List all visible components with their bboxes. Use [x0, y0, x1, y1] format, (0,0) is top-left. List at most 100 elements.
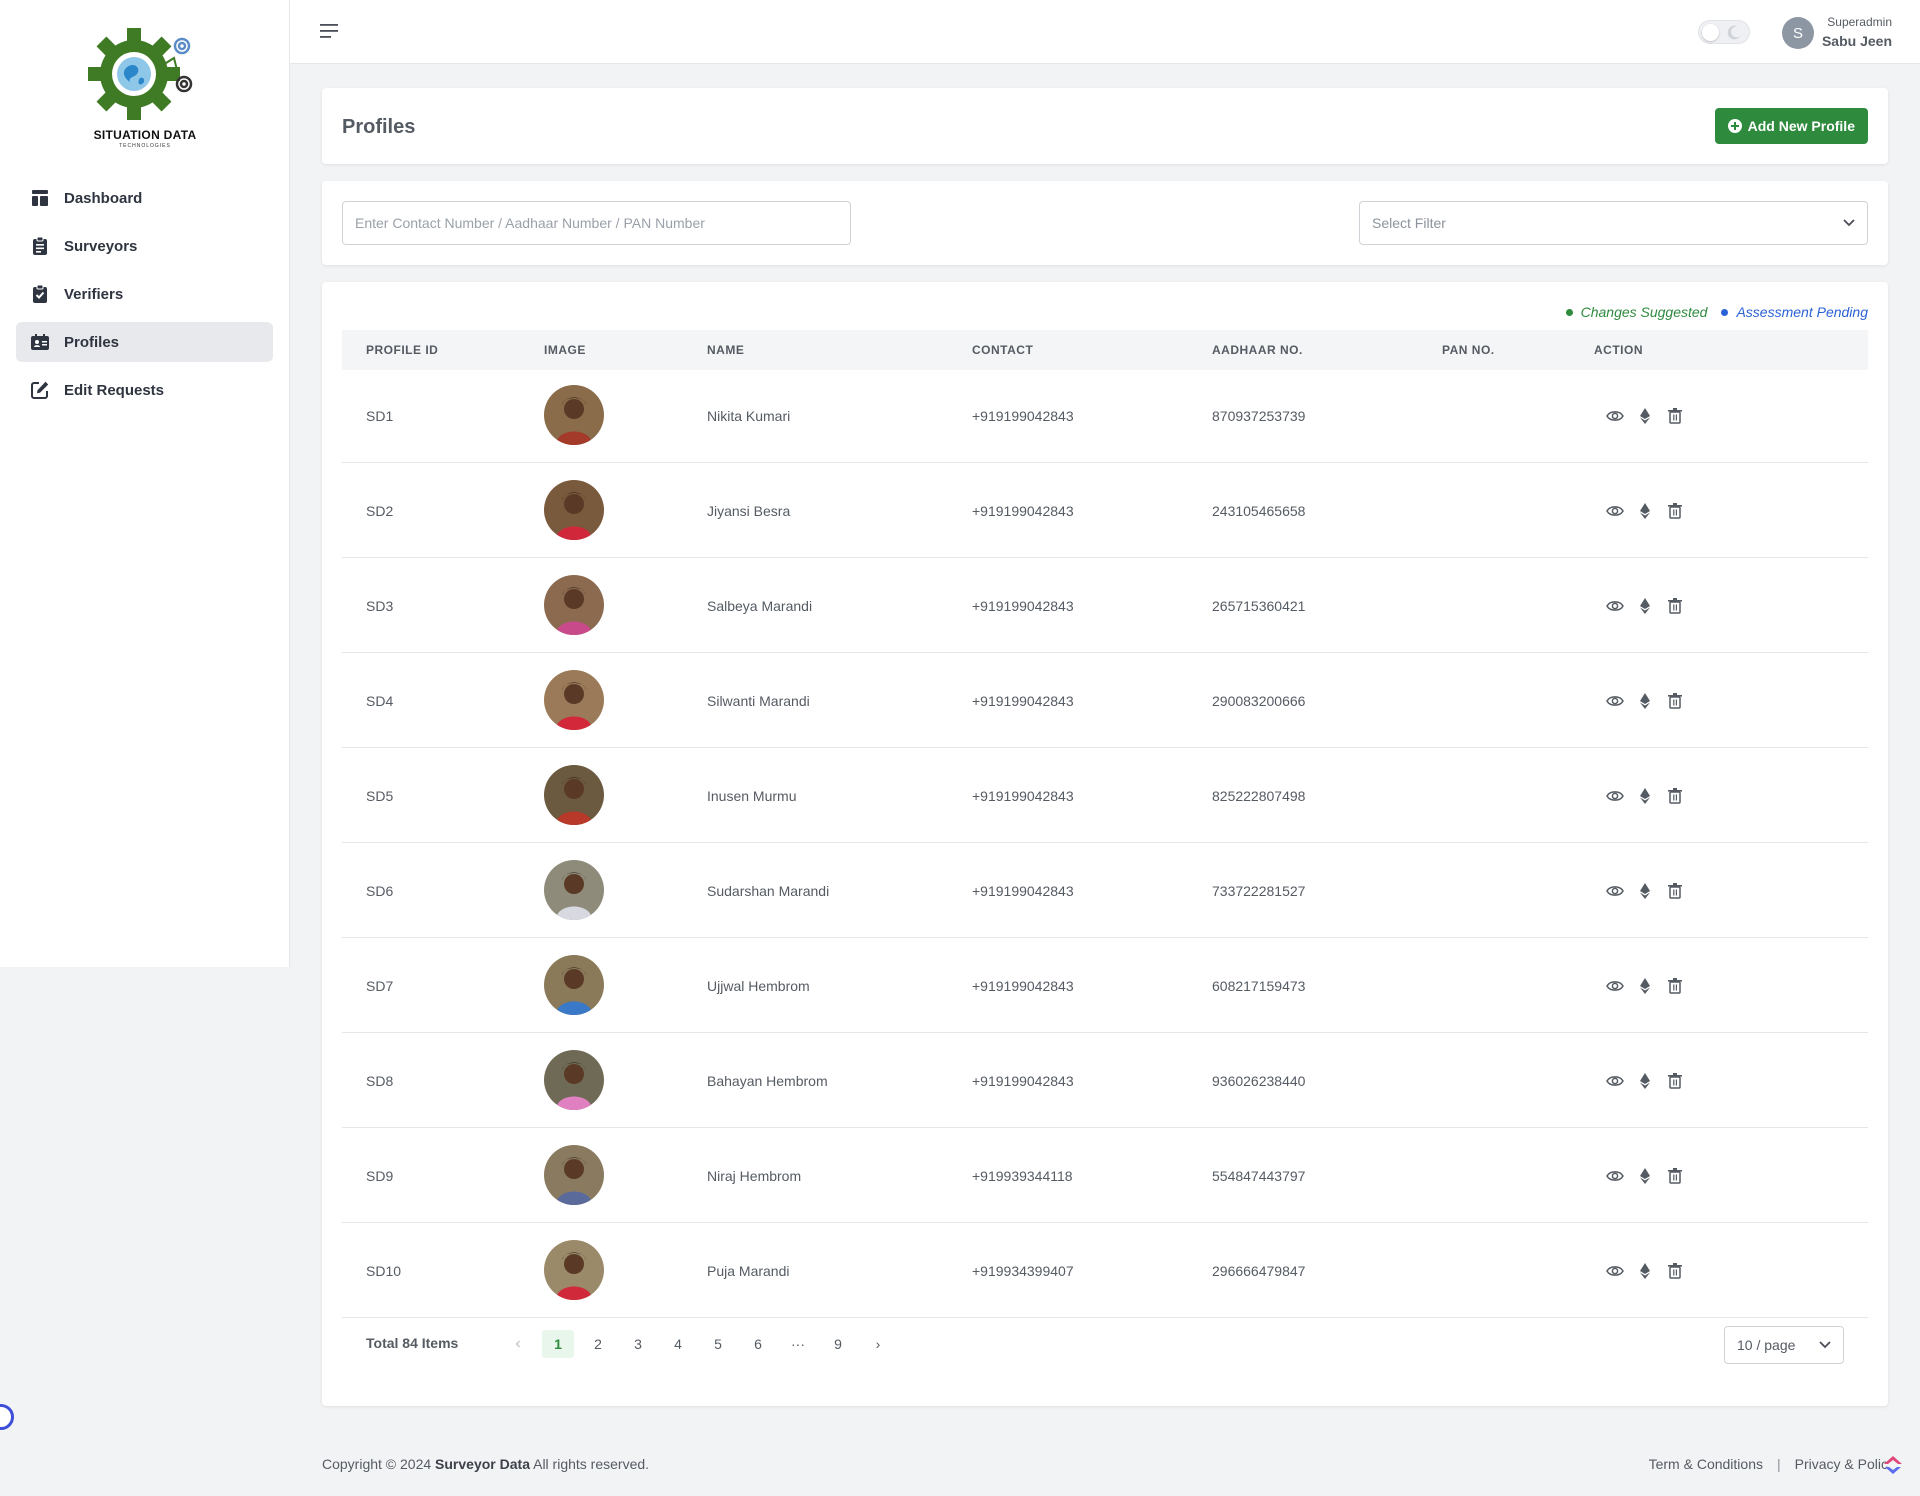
- footer-separator: |: [1777, 1456, 1781, 1472]
- table-row: SD7 Ujjwal Hembrom +919199042843 6082171594…: [342, 940, 1868, 1033]
- profile-photo[interactable]: [544, 384, 604, 445]
- table-row: SD9 Niraj Hembrom +919939344118 55484744379…: [342, 1130, 1868, 1223]
- green-dot-icon: [1565, 308, 1573, 316]
- page-ellipsis[interactable]: ···: [782, 1330, 814, 1358]
- header-image: IMAGE: [544, 343, 586, 357]
- cell-name: Jiyansi Besra: [707, 503, 791, 519]
- trash-icon[interactable]: [1666, 692, 1684, 710]
- trash-icon[interactable]: [1666, 787, 1684, 805]
- profile-photo[interactable]: [544, 1144, 604, 1205]
- trash-icon[interactable]: [1666, 502, 1684, 520]
- eye-icon[interactable]: [1606, 597, 1624, 615]
- sidebar-item-edit-requests[interactable]: Edit Requests: [16, 370, 273, 410]
- legend-label: Changes Suggested: [1580, 304, 1708, 320]
- ethereum-icon[interactable]: [1636, 692, 1654, 710]
- table-row: SD3 Salbeya Marandi +919199042843 265715360…: [342, 560, 1868, 653]
- trash-icon[interactable]: [1666, 597, 1684, 615]
- sidebar-item-profiles[interactable]: Profiles: [16, 322, 273, 362]
- pagination: Total 84 Items ‹ 1 2 3 4 5 6 ··· 9 › 10 / page: [342, 1322, 1868, 1366]
- trash-icon[interactable]: [1666, 977, 1684, 995]
- cell-aadhaar: 554847443797: [1212, 1168, 1306, 1184]
- page-button[interactable]: 1: [542, 1330, 574, 1358]
- eye-icon[interactable]: [1606, 692, 1624, 710]
- cell-profile-id: SD5: [366, 788, 394, 804]
- ethereum-icon[interactable]: [1636, 882, 1654, 900]
- brand-subtitle: TECHNOLOGIES: [119, 143, 171, 149]
- filter-select[interactable]: Select Filter: [1359, 201, 1868, 245]
- sidebar-item-surveyors[interactable]: Surveyors: [16, 226, 273, 266]
- eye-icon[interactable]: [1606, 1262, 1624, 1280]
- cell-actions: [1594, 977, 1692, 995]
- page-size-select[interactable]: 10 / page: [1724, 1326, 1844, 1364]
- next-page-button[interactable]: ›: [862, 1330, 894, 1358]
- ethereum-icon[interactable]: [1636, 1167, 1654, 1185]
- theme-toggle[interactable]: [1698, 20, 1750, 44]
- profile-photo[interactable]: [544, 954, 604, 1015]
- trash-icon[interactable]: [1666, 882, 1684, 900]
- terms-link[interactable]: Term & Conditions: [1649, 1456, 1763, 1472]
- page-button[interactable]: 5: [702, 1330, 734, 1358]
- profile-photo[interactable]: [544, 669, 604, 730]
- profile-photo[interactable]: [544, 1049, 604, 1110]
- trash-icon[interactable]: [1666, 407, 1684, 425]
- eye-icon[interactable]: [1606, 407, 1624, 425]
- total-items: Total 84 Items: [366, 1335, 459, 1351]
- company-name: Surveyor Data: [435, 1456, 530, 1472]
- cell-image: [544, 384, 604, 448]
- page-button[interactable]: 6: [742, 1330, 774, 1358]
- cell-image: [544, 1144, 604, 1208]
- profile-photo[interactable]: [544, 574, 604, 635]
- cell-actions: [1594, 502, 1692, 520]
- add-new-profile-button[interactable]: Add New Profile: [1714, 108, 1868, 144]
- ethereum-icon[interactable]: [1636, 787, 1654, 805]
- trash-icon[interactable]: [1666, 1072, 1684, 1090]
- profile-photo[interactable]: [544, 764, 604, 825]
- profile-photo[interactable]: [544, 1239, 604, 1300]
- cell-contact: +919199042843: [972, 978, 1074, 994]
- ethereum-icon[interactable]: [1636, 407, 1654, 425]
- profiles-table-card: Changes Suggested Assessment Pending PRO…: [322, 282, 1888, 1406]
- eye-icon[interactable]: [1606, 787, 1624, 805]
- eye-icon[interactable]: [1606, 502, 1624, 520]
- page-button[interactable]: 2: [582, 1330, 614, 1358]
- user-name[interactable]: Sabu Jeen: [1822, 33, 1892, 49]
- eye-icon[interactable]: [1606, 1167, 1624, 1185]
- copyright-suffix: All rights reserved.: [533, 1456, 650, 1472]
- page-button[interactable]: 9: [822, 1330, 854, 1358]
- ethereum-icon[interactable]: [1636, 502, 1654, 520]
- floating-widget-button[interactable]: [0, 1404, 14, 1430]
- page-button[interactable]: 3: [622, 1330, 654, 1358]
- ethereum-icon[interactable]: [1636, 1072, 1654, 1090]
- avatar[interactable]: S: [1782, 17, 1814, 49]
- cell-profile-id: SD4: [366, 693, 394, 709]
- clipboard-list-icon: [33, 236, 47, 255]
- eye-icon[interactable]: [1606, 1072, 1624, 1090]
- top-bar: S Superadmin Sabu Jeen: [290, 0, 1920, 64]
- trash-icon[interactable]: [1666, 1167, 1684, 1185]
- menu-icon[interactable]: [320, 22, 340, 40]
- sidebar-item-label: Edit Requests: [64, 381, 165, 399]
- search-input[interactable]: [342, 201, 851, 245]
- cell-profile-id: SD8: [366, 1073, 394, 1089]
- eye-icon[interactable]: [1606, 882, 1624, 900]
- cell-contact: +919199042843: [972, 598, 1074, 614]
- ethereum-icon[interactable]: [1636, 597, 1654, 615]
- privacy-link[interactable]: Privacy & Polic: [1795, 1456, 1888, 1472]
- cell-name: Ujjwal Hembrom: [707, 978, 810, 994]
- profile-photo[interactable]: [544, 859, 604, 920]
- page-button[interactable]: 4: [662, 1330, 694, 1358]
- ethereum-icon[interactable]: [1636, 1262, 1654, 1280]
- prev-page-button[interactable]: ‹: [502, 1330, 534, 1358]
- table-row: SD2 Jiyansi Besra +919199042843 24310546565…: [342, 465, 1868, 558]
- sidebar-item-dashboard[interactable]: Dashboard: [16, 178, 273, 218]
- eye-icon[interactable]: [1606, 977, 1624, 995]
- cell-actions: [1594, 882, 1692, 900]
- sidebar-item-verifiers[interactable]: Verifiers: [16, 274, 273, 314]
- brand-logo[interactable]: SITUATION DATA TECHNOLOGIES: [86, 28, 204, 154]
- profile-photo[interactable]: [544, 479, 604, 540]
- table-row: SD5 Inusen Murmu +919199042843 825222807498: [342, 750, 1868, 843]
- chat-widget-icon[interactable]: [1882, 1454, 1904, 1476]
- trash-icon[interactable]: [1666, 1262, 1684, 1280]
- cell-contact: +919939344118: [972, 1168, 1073, 1184]
- ethereum-icon[interactable]: [1636, 977, 1654, 995]
